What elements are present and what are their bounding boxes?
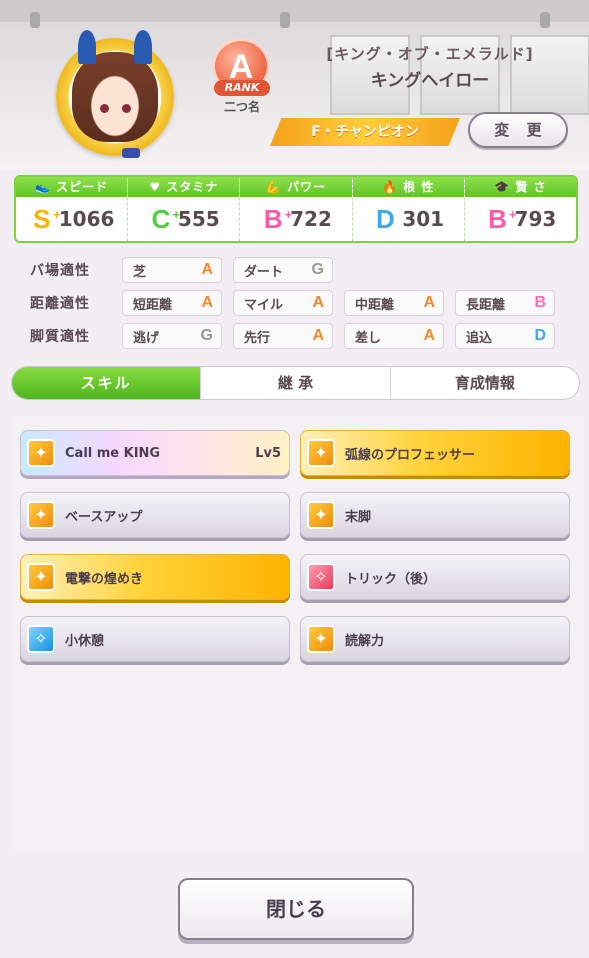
skill-item[interactable]: ✦ 読解力 [300, 616, 570, 662]
stat-label: スタミナ [166, 180, 219, 194]
stat-grade: B + [488, 204, 517, 234]
stat-grade: B + [263, 204, 293, 234]
stat-power: 💪 パワー B +722 [240, 177, 353, 241]
skill-debuff-icon: ✧ [307, 563, 335, 591]
skill-item[interactable]: ✦ 弧線のプロフェッサー [300, 430, 570, 476]
muscle-icon: 💪 [265, 180, 282, 194]
skill-item[interactable]: ✦ 電撃の煌めき [20, 554, 290, 600]
nickname-label[interactable]: 二つ名 [212, 98, 272, 115]
stat-grade: C + [151, 204, 180, 234]
skill-speed-icon: ✦ [307, 439, 335, 467]
character-portrait [56, 30, 174, 158]
stat-stamina: ♥ スタミナ C +555 [128, 177, 241, 241]
skill-speed-icon: ✦ [27, 439, 55, 467]
aptitude-pace-chaser: 先行 A [233, 323, 333, 349]
aptitude-late-surger: 差し A [344, 323, 444, 349]
stat-grade: S + [33, 204, 61, 234]
skill-speed-icon: ✦ [27, 501, 55, 529]
aptitude-short: 短距離 A [122, 290, 222, 316]
stats-panel: 👟 スピード S +1066 ♥ スタミナ C +555 💪 パワー B +722 🔥… [14, 175, 578, 243]
epithet-ribbon: F・チャンピオン [270, 118, 460, 146]
change-button[interactable]: 変 更 [468, 112, 568, 148]
stat-value: 722 [290, 207, 332, 231]
aptitude-label: 距離適性 [30, 296, 90, 312]
skill-item[interactable]: ✦ 末脚 [300, 492, 570, 538]
skill-item[interactable]: ✦ ベースアップ [20, 492, 290, 538]
stat-guts: 🔥 根 性 D 301 [352, 177, 465, 241]
rank-label: RANK [214, 80, 270, 96]
skill-item[interactable]: ✦ Call me KING Lv5 [20, 430, 290, 476]
stat-wisdom: 🎓 賢 さ B +793 [464, 177, 576, 241]
aptitude-long: 長距離 B [455, 290, 555, 316]
graduation-cap-icon: 🎓 [494, 180, 511, 194]
skill-recovery-icon: ✧ [27, 625, 55, 653]
distance-aptitude-row: 距離適性 短距離 A マイル A 中距離 A 長距離 B [30, 290, 566, 316]
character-name: キングヘイロー [370, 71, 490, 91]
aptitude-mile: マイル A [233, 290, 333, 316]
skill-speed-icon: ✦ [27, 563, 55, 591]
stat-value: 793 [514, 207, 557, 231]
stat-value: 555 [177, 207, 220, 231]
tab-skills[interactable]: スキル [12, 367, 202, 399]
skill-level: Lv5 [255, 445, 281, 461]
skill-item[interactable]: ✧ 小休憩 [20, 616, 290, 662]
aptitude-label: 脚質適性 [30, 329, 90, 345]
outfit-title: [キング・オブ・エメラルド] [326, 45, 534, 63]
aptitude-label: バ場適性 [30, 263, 90, 279]
skill-speed-icon: ✦ [307, 625, 335, 653]
close-button[interactable]: 閉じる [178, 878, 414, 940]
detail-tabs: スキル 継 承 育成情報 [11, 366, 580, 400]
tab-training-info[interactable]: 育成情報 [391, 367, 579, 399]
skills-panel: ✦ Call me KING Lv5 ✦ 弧線のプロフェッサー ✦ ベースアップ… [11, 416, 584, 850]
stat-label: スピード [56, 180, 109, 194]
track-aptitude-row: バ場適性 芝A ダート G [30, 257, 344, 283]
skill-speed-icon: ✦ [307, 501, 335, 529]
skill-item[interactable]: ✧ トリック（後） [300, 554, 570, 600]
aptitude-end-closer: 追込 D [455, 323, 555, 349]
stat-speed: 👟 スピード S +1066 [16, 177, 129, 241]
aptitude-front-runner: 逃げ G [122, 323, 222, 349]
stat-label: パワー [287, 180, 327, 194]
stat-label: 賢 さ [515, 180, 547, 194]
tab-inheritance[interactable]: 継 承 [201, 367, 391, 399]
aptitude-turf: 芝A [122, 257, 222, 283]
stat-value: 1066 [58, 207, 115, 231]
stat-value: 301 [402, 207, 445, 231]
style-aptitude-row: 脚質適性 逃げ G 先行 A 差し A 追込 D [30, 323, 566, 349]
heart-icon: ♥ [149, 180, 162, 194]
stat-label: 根 性 [403, 180, 435, 194]
shoe-icon: 👟 [35, 180, 51, 194]
aptitude-medium: 中距離 A [344, 290, 444, 316]
aptitude-dirt: ダート G [233, 257, 333, 283]
stat-grade: D [375, 204, 395, 234]
flame-icon: 🔥 [382, 180, 398, 194]
